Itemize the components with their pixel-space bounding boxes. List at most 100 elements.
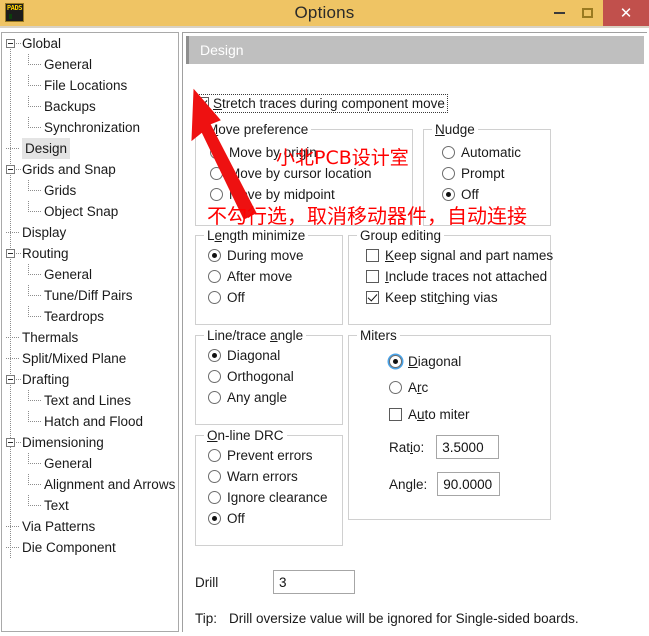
tree-child-line [28, 180, 29, 191]
radio-icon [210, 188, 223, 201]
radio-move-by-cursor-location[interactable]: Move by cursor location [210, 163, 372, 184]
checkbox-auto-miter[interactable]: Auto miter [389, 401, 470, 428]
sidebar-item-grids[interactable]: Grids [2, 180, 178, 201]
radio-length-during-move[interactable]: During move [208, 245, 304, 266]
radio-icon [442, 188, 455, 201]
dialog-client-area: Global General File Locations Backups Synchr… [0, 26, 649, 636]
radio-nudge-automatic[interactable]: Automatic [442, 142, 521, 163]
sidebar-item-label: Teardrops [44, 309, 105, 324]
maximize-button[interactable] [573, 0, 601, 26]
sidebar-item-label: Thermals [22, 330, 79, 345]
sidebar-item-general[interactable]: General [2, 453, 178, 474]
tree-expander-icon[interactable] [6, 438, 15, 447]
sidebar-item-drafting[interactable]: Drafting [2, 369, 178, 390]
sidebar-item-global[interactable]: Global [2, 33, 178, 54]
sidebar-item-hatch-and-flood[interactable]: Hatch and Flood [2, 411, 178, 432]
radio-angle-orthogonal[interactable]: Orthogonal [208, 366, 294, 387]
app-icon-label: PADS [6, 4, 23, 12]
options-category-tree[interactable]: Global General File Locations Backups Synchr… [1, 32, 179, 632]
minimize-button[interactable] [545, 0, 573, 26]
sidebar-item-synchronization[interactable]: Synchronization [2, 117, 178, 138]
sidebar-item-label: Grids and Snap [22, 162, 116, 177]
angle-label: Angle: [389, 476, 428, 492]
minimize-icon [553, 12, 565, 14]
option-label: Off [227, 290, 245, 305]
radio-drc-warn-errors[interactable]: Warn errors [208, 466, 328, 487]
radio-icon [208, 249, 221, 262]
radio-move-by-origin[interactable]: Move by origin [210, 142, 372, 163]
sidebar-item-object-snap[interactable]: Object Snap [2, 201, 178, 222]
angle-input[interactable]: 90.0000 [437, 472, 501, 496]
sidebar-item-teardrops[interactable]: Teardrops [2, 306, 178, 327]
radio-miter-arc[interactable]: Arc [389, 374, 470, 401]
radio-drc-off[interactable]: Off [208, 508, 328, 529]
sidebar-item-design[interactable]: Design [2, 138, 178, 159]
radio-drc-ignore-clearance[interactable]: Ignore clearance [208, 487, 328, 508]
sidebar-item-label: General [44, 267, 93, 282]
checkbox-keep-stitching-vias[interactable]: Keep stitching vias [366, 287, 553, 308]
sidebar-item-die-component[interactable]: Die Component [2, 537, 178, 558]
drill-input[interactable]: 3 [273, 570, 355, 594]
nudge-caption: Nudge [432, 122, 478, 137]
radio-move-by-midpoint[interactable]: Move by midpoint [210, 184, 372, 205]
sidebar-item-label: Split/Mixed Plane [22, 351, 127, 366]
option-label: Diagonal [227, 348, 281, 363]
checkbox-include-traces-not-attached[interactable]: Include traces not attached [366, 266, 553, 287]
radio-icon [208, 291, 221, 304]
radio-nudge-prompt[interactable]: Prompt [442, 163, 521, 184]
radio-drc-prevent-errors[interactable]: Prevent errors [208, 445, 328, 466]
tree-connector [28, 211, 42, 212]
miters-group: Miters Diagonal Arc Auto miter Ratio: 3.… [348, 328, 551, 520]
line-trace-angle-group: Line/trace angle Diagonal Orthogonal Any… [195, 328, 343, 425]
sidebar-item-alignment-and-arrows[interactable]: Alignment and Arrows [2, 474, 178, 495]
sidebar-item-dimensioning[interactable]: Dimensioning [2, 432, 178, 453]
radio-angle-any[interactable]: Any angle [208, 387, 294, 408]
sidebar-item-display[interactable]: Display [2, 222, 178, 243]
tree-expander-icon[interactable] [6, 165, 15, 174]
sidebar-item-text-and-lines[interactable]: Text and Lines [2, 390, 178, 411]
sidebar-item-file-locations[interactable]: File Locations [2, 75, 178, 96]
option-label: Ignore clearance [227, 490, 328, 505]
tree-child-line [28, 75, 29, 86]
sidebar-item-general[interactable]: General [2, 54, 178, 75]
radio-nudge-off[interactable]: Off [442, 184, 521, 205]
sidebar-item-label: Text and Lines [44, 393, 132, 408]
sidebar-item-label: Text [44, 498, 69, 513]
maximize-icon [581, 8, 593, 18]
radio-icon [208, 470, 221, 483]
checkbox-icon [366, 291, 379, 304]
tree-connector [6, 337, 20, 338]
option-label: Orthogonal [227, 369, 294, 384]
radio-length-off[interactable]: Off [208, 287, 304, 308]
sidebar-item-thermals[interactable]: Thermals [2, 327, 178, 348]
tree-connector [28, 316, 42, 317]
stretch-traces-checkbox[interactable]: Stretch traces during component move [195, 94, 448, 113]
checkbox-keep-signal-and-part-names[interactable]: Keep signal and part names [366, 245, 553, 266]
tree-expander-icon[interactable] [6, 375, 15, 384]
close-button[interactable]: ✕ [603, 0, 649, 26]
group-editing-group: Group editing Keep signal and part names… [348, 228, 553, 325]
tree-connector [16, 442, 22, 443]
tree-child-line [28, 453, 29, 464]
sidebar-item-text[interactable]: Text [2, 495, 178, 516]
ratio-input[interactable]: 3.5000 [436, 435, 500, 459]
length-minimize-group: Length minimize During move After move O… [195, 228, 343, 325]
tree-expander-icon[interactable] [6, 249, 15, 258]
sidebar-item-via-patterns[interactable]: Via Patterns [2, 516, 178, 537]
sidebar-item-backups[interactable]: Backups [2, 96, 178, 117]
sidebar-item-routing[interactable]: Routing [2, 243, 178, 264]
tree-connector [28, 106, 42, 107]
sidebar-item-split-mixed-plane[interactable]: Split/Mixed Plane [2, 348, 178, 369]
sidebar-item-general[interactable]: General [2, 264, 178, 285]
radio-length-after-move[interactable]: After move [208, 266, 304, 287]
tip-row: Tip: Drill oversize value will be ignore… [195, 611, 579, 626]
option-label: Prevent errors [227, 448, 313, 463]
tree-connector [28, 127, 42, 128]
option-label: Include traces not attached [385, 269, 548, 284]
sidebar-item-tune-diff-pairs[interactable]: Tune/Diff Pairs [2, 285, 178, 306]
radio-angle-diagonal[interactable]: Diagonal [208, 345, 294, 366]
group-editing-caption: Group editing [357, 228, 445, 243]
sidebar-item-grids-and-snap[interactable]: Grids and Snap [2, 159, 178, 180]
radio-miter-diagonal[interactable]: Diagonal [389, 349, 470, 374]
tree-expander-icon[interactable] [6, 39, 15, 48]
